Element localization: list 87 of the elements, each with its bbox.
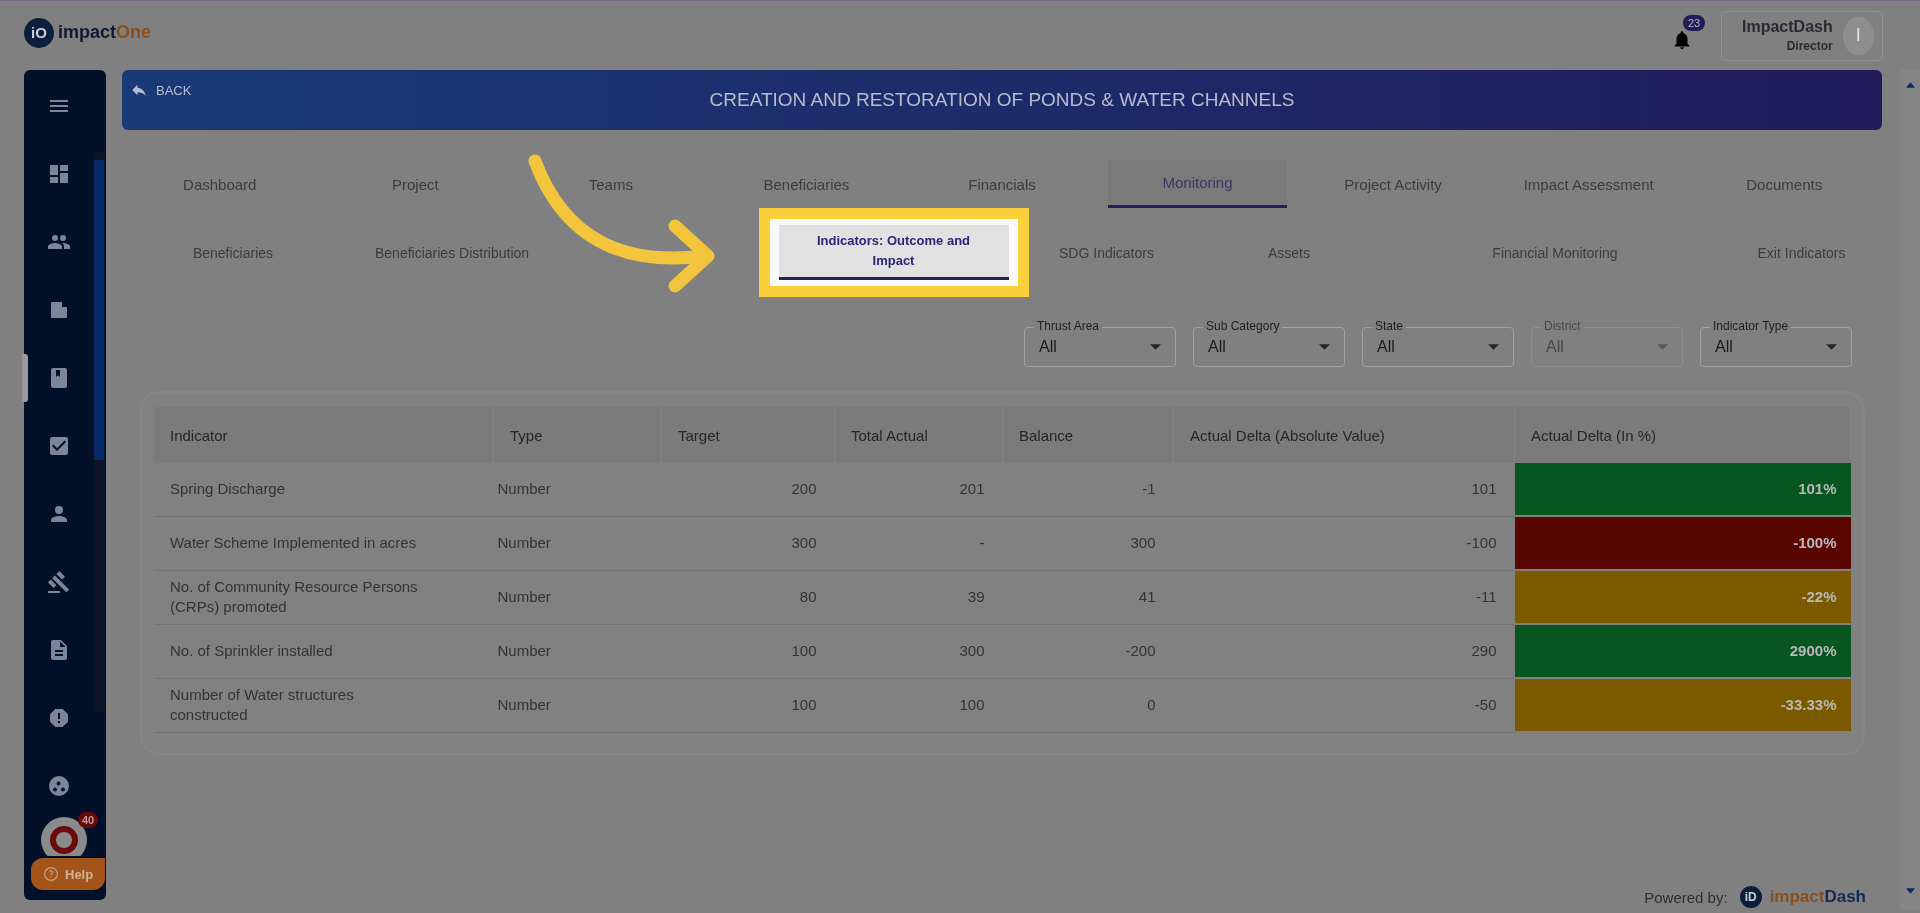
table-cell: -100 xyxy=(1173,516,1515,570)
alert-icon[interactable] xyxy=(47,706,71,730)
user-avatar: I xyxy=(1842,16,1874,55)
table-cell: -200 xyxy=(1002,624,1174,678)
table-cell: 101 xyxy=(1173,463,1515,516)
table-cell: 100 xyxy=(661,678,835,732)
table-cell: 300 xyxy=(834,624,1003,678)
dashboard-icon[interactable] xyxy=(47,162,71,186)
table-cell: 0 xyxy=(1002,678,1174,732)
scrollbar[interactable] xyxy=(94,152,104,712)
column-header: Actual Delta (Absolute Value) xyxy=(1173,407,1515,463)
chat-badge: 40 xyxy=(78,812,99,828)
subtab[interactable]: Beneficiaries xyxy=(186,243,280,262)
column-header: Actual Delta (In %) xyxy=(1514,407,1851,463)
table-cell: 201 xyxy=(834,463,1003,516)
table-cell: -50 xyxy=(1173,678,1515,732)
table-cell: Spring Discharge xyxy=(154,463,494,516)
scroll-up-icon[interactable] xyxy=(1905,82,1915,88)
tab[interactable]: Teams xyxy=(521,160,701,208)
tab[interactable]: Dashboard xyxy=(130,160,310,208)
table-cell: -100% xyxy=(1514,516,1851,570)
caret-icon xyxy=(1150,344,1161,350)
table-cell: 2900% xyxy=(1514,624,1851,678)
footer-logo-mark: iD xyxy=(1739,886,1762,908)
user-menu[interactable]: ImpactDash Director I xyxy=(1721,10,1883,61)
gavel-icon[interactable] xyxy=(47,570,71,594)
table-cell: -33.33% xyxy=(1514,678,1851,732)
subtab[interactable]: Indicators: Outcome and Impact xyxy=(778,225,1009,281)
logo-mark: iO xyxy=(24,17,54,48)
scroll-down-icon[interactable] xyxy=(1905,888,1915,894)
table-cell: - xyxy=(834,516,1003,570)
caret-icon xyxy=(1319,344,1330,350)
table-cell: No. of Community Resource Persons (CRPs) promoted xyxy=(154,570,494,624)
notification-badge: 23 xyxy=(1683,14,1706,31)
table-cell: 80 xyxy=(661,570,835,624)
table-cell: Number xyxy=(493,624,662,678)
help-button[interactable]: Help xyxy=(31,858,106,890)
column-header: Indicator xyxy=(154,407,494,463)
subtab[interactable]: Exit Indicators xyxy=(1751,243,1852,262)
user-name: ImpactDash xyxy=(1742,18,1833,36)
circle-dots-icon[interactable] xyxy=(47,774,71,798)
table-cell: -11 xyxy=(1173,570,1515,624)
table-cell: Number xyxy=(493,678,662,732)
table-cell: 300 xyxy=(661,516,835,570)
tab[interactable]: Beneficiaries xyxy=(716,160,897,208)
table-cell: Water Scheme Implemented in acres xyxy=(154,516,494,570)
table-cell: 41 xyxy=(1002,570,1174,624)
column-header: Total Actual xyxy=(834,407,1003,463)
help-icon xyxy=(43,866,59,882)
table-cell: 39 xyxy=(834,570,1003,624)
table-cell: 101% xyxy=(1514,463,1851,516)
table-cell: Number xyxy=(493,570,662,624)
table-cell: Number xyxy=(493,516,662,570)
footer-logo-text: impactDash xyxy=(1769,887,1866,907)
table-cell: -22% xyxy=(1514,570,1851,624)
tab[interactable]: Project xyxy=(325,160,506,208)
table-cell: 300 xyxy=(1002,516,1174,570)
column-header: Type xyxy=(493,407,662,463)
scrollbar[interactable] xyxy=(1900,70,1920,910)
table-cell: 290 xyxy=(1173,624,1515,678)
subtab[interactable]: Assets xyxy=(1262,243,1316,262)
column-header: Target xyxy=(661,407,835,463)
subtab[interactable]: SDG Indicators xyxy=(1053,243,1160,262)
powered-by-label: Powered by: xyxy=(1644,888,1728,906)
user-role: Director xyxy=(1786,39,1833,53)
tab[interactable]: Monitoring xyxy=(1107,160,1288,208)
caret-icon xyxy=(1488,344,1499,350)
back-button[interactable]: BACK xyxy=(122,80,232,100)
checkbox-icon[interactable] xyxy=(47,434,71,458)
table-cell: Number of Water structures constructed xyxy=(154,678,494,732)
tab[interactable]: Documents xyxy=(1694,160,1874,208)
table-cell: 100 xyxy=(834,678,1003,732)
caret-icon xyxy=(1657,344,1668,350)
caret-icon xyxy=(1826,344,1837,350)
table-cell: -1 xyxy=(1002,463,1174,516)
logo-text: impactOne xyxy=(58,22,152,43)
table-cell: No. of Sprinkler installed xyxy=(154,624,494,678)
tab[interactable]: Project Activity xyxy=(1303,160,1483,208)
table-cell: 100 xyxy=(661,624,835,678)
table-cell: Number xyxy=(493,463,662,516)
column-header: Balance xyxy=(1002,407,1174,463)
page-title: CREATION AND RESTORATION OF PONDS & WATER CHANNELS xyxy=(708,89,1296,111)
table-cell: 200 xyxy=(661,463,835,516)
subtab[interactable]: Financial Monitoring xyxy=(1486,243,1624,262)
tab[interactable]: Financials xyxy=(912,160,1092,208)
tab[interactable]: Impact Assessment xyxy=(1498,160,1679,208)
subtab[interactable]: Beneficiaries Distribution xyxy=(369,243,536,262)
